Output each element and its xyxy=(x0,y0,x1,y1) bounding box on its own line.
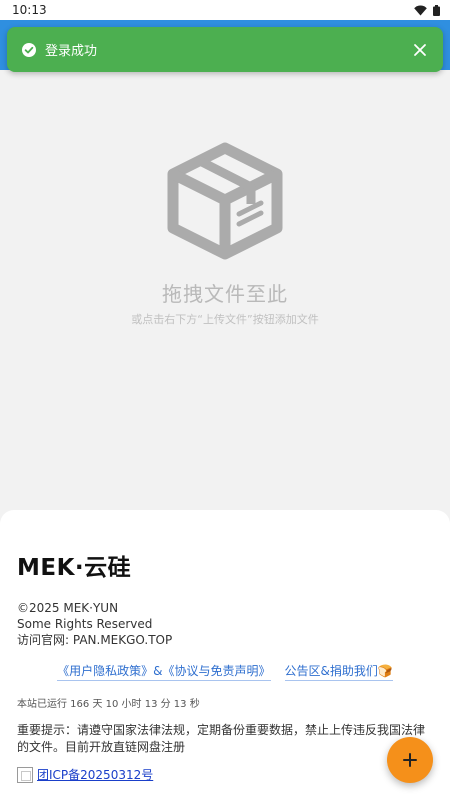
upload-fab-button[interactable] xyxy=(387,737,433,783)
package-box-icon xyxy=(167,142,283,260)
toast-message: 登录成功 xyxy=(45,44,98,59)
plus-icon xyxy=(403,753,417,767)
status-bar: 10:13 xyxy=(0,0,450,20)
runtime-text: 本站已运行 166 天 10 小时 13 分 13 秒 xyxy=(17,699,200,710)
icp-link[interactable]: 团ICP备20250312号 xyxy=(37,766,153,783)
announcement-link[interactable]: 公告区&捐助我们🍞 xyxy=(284,662,393,681)
status-icons xyxy=(414,4,440,16)
close-icon[interactable] xyxy=(413,43,427,57)
copyright-text: ©2025 MEK·YUN xyxy=(17,601,119,615)
privacy-policy-link[interactable]: 《用户隐私政策》&《协议与免责声明》 xyxy=(57,662,271,681)
broken-image-icon xyxy=(17,766,33,783)
icp-row: 团ICP备20250312号 xyxy=(17,766,433,783)
wifi-icon xyxy=(414,5,427,15)
status-time: 10:13 xyxy=(12,3,47,17)
battery-icon xyxy=(433,4,440,16)
rights-text: Some Rights Reserved xyxy=(17,617,153,631)
drop-subtitle: 或点击右下方“上传文件”按钮添加文件 xyxy=(131,313,319,326)
file-drop-area[interactable]: 拖拽文件至此 或点击右下方“上传文件”按钮添加文件 xyxy=(0,72,450,512)
brand-title: MEK·云硅 xyxy=(17,555,132,581)
website-text: 访问官网: PAN.MEKGO.TOP xyxy=(17,633,173,647)
copyright-block: ©2025 MEK·YUN Some Rights Reserved 访问官网:… xyxy=(17,600,433,648)
drop-title: 拖拽文件至此 xyxy=(162,282,288,306)
notice-text: 重要提示：请遵守国家法律法规，定期备份重要数据，禁止上传违反我国法律的文件。目前… xyxy=(17,723,426,754)
success-toast: 登录成功 xyxy=(7,27,443,72)
footer-panel: MEK·云硅 ©2025 MEK·YUN Some Rights Reserve… xyxy=(0,510,450,800)
check-circle-icon xyxy=(22,42,36,57)
footer-links: 《用户隐私政策》&《协议与免责声明》 公告区&捐助我们🍞 xyxy=(17,662,433,681)
